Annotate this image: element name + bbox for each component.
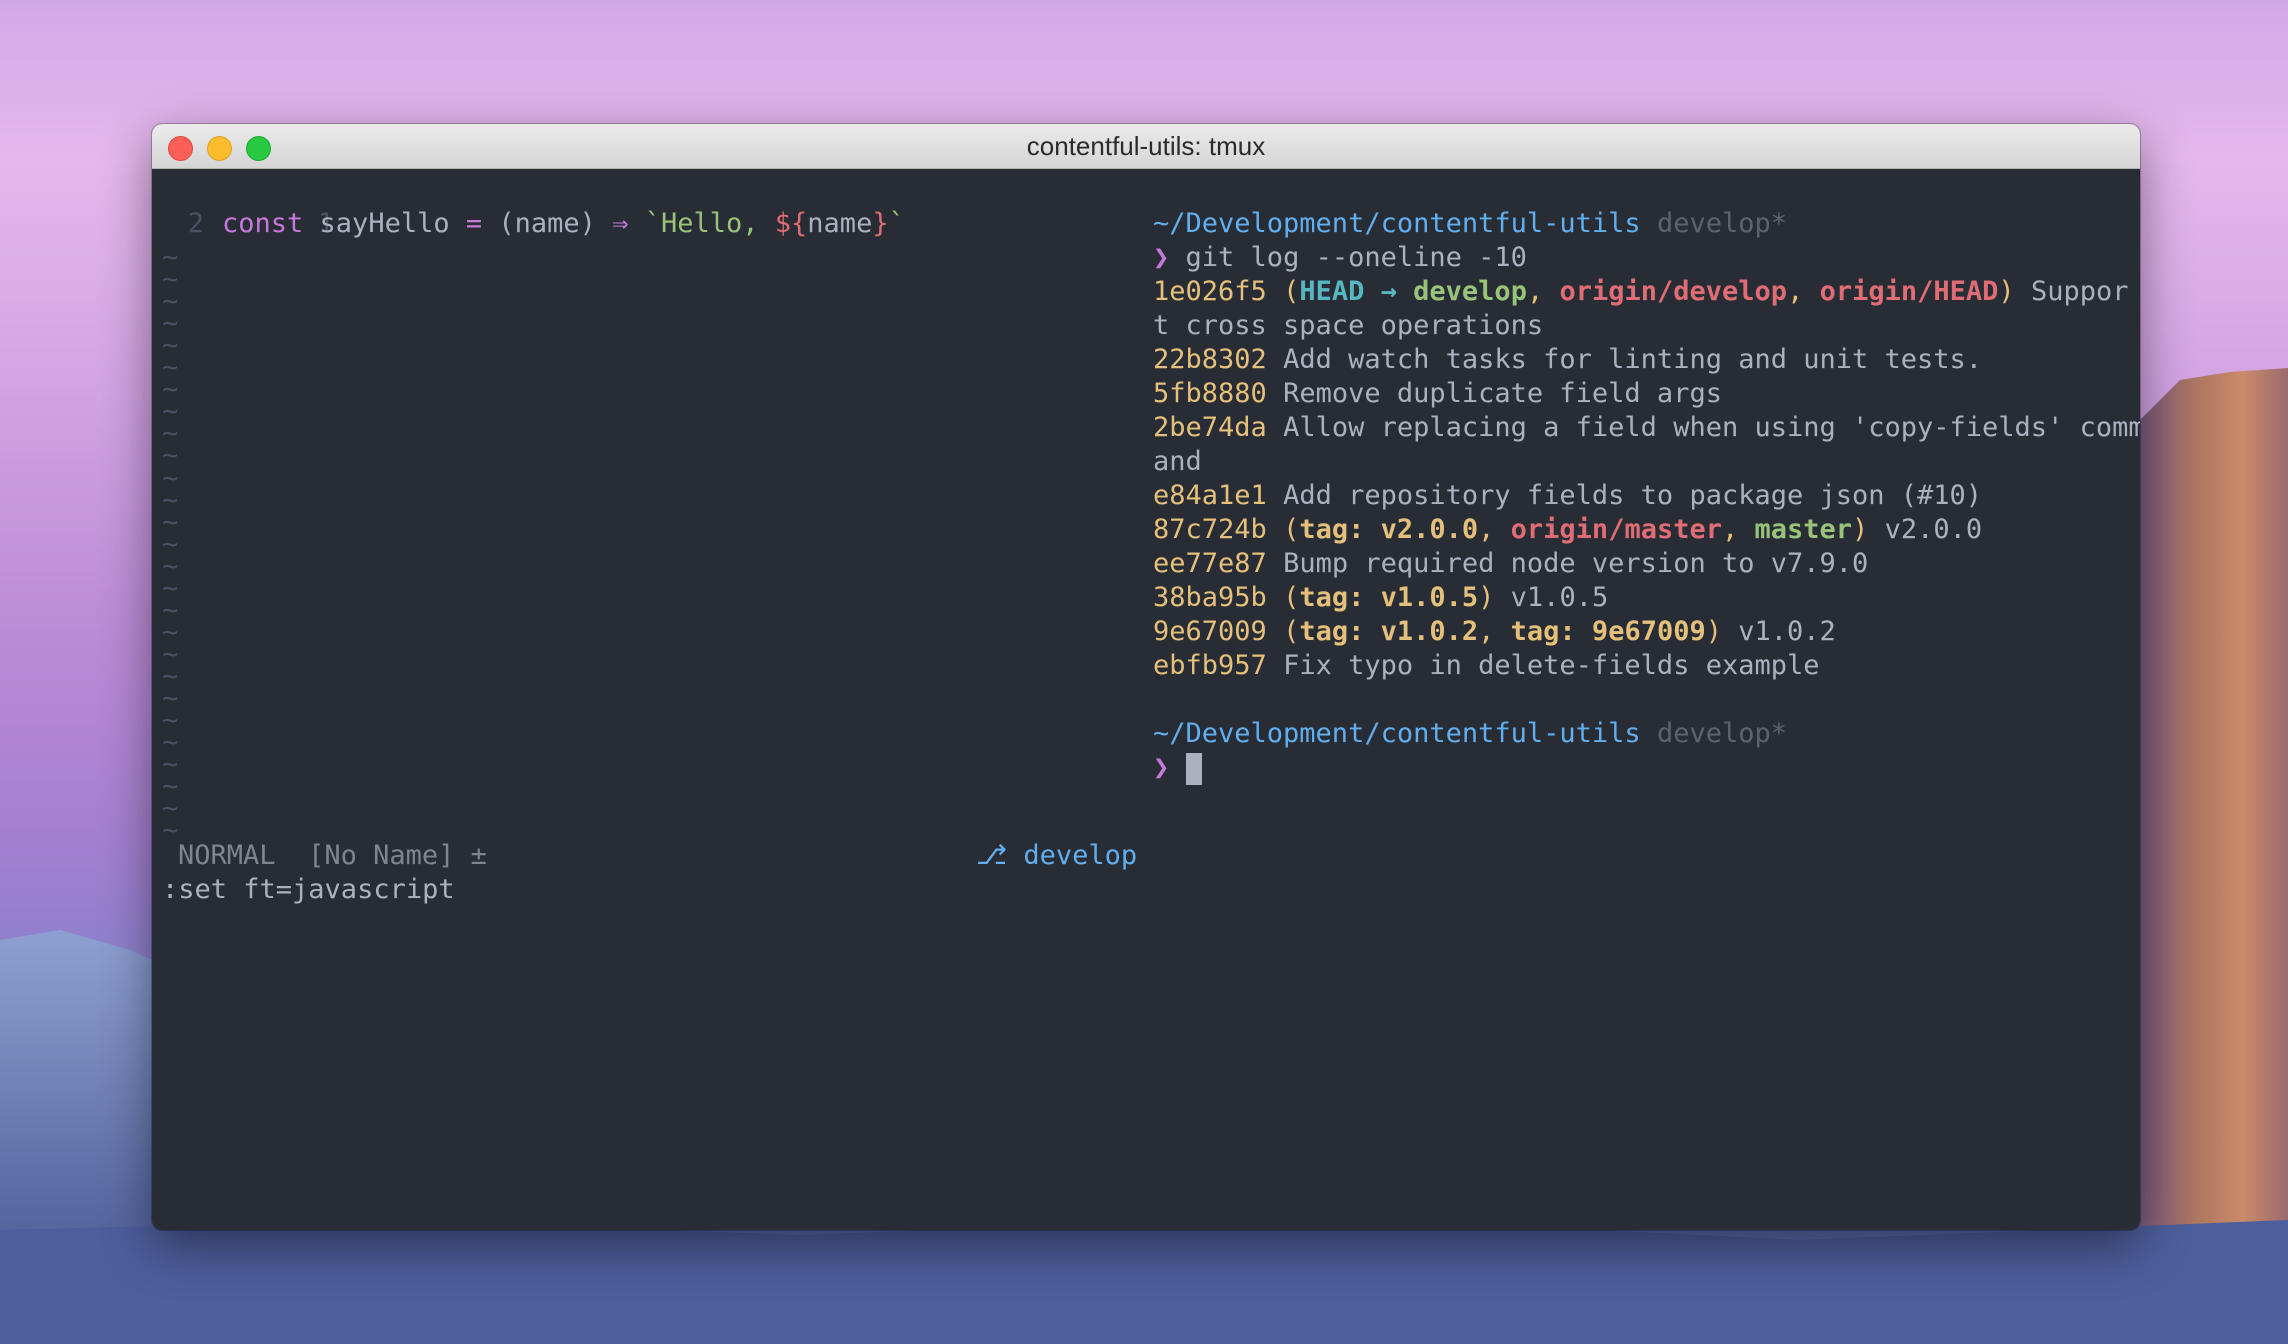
log-line: 38ba95b (tag: v1.0.5) v1.0.5 <box>1153 582 1609 613</box>
prompt-char: ❯ <box>1153 242 1170 273</box>
window-controls <box>168 136 271 161</box>
operator-token: = <box>465 208 483 239</box>
ref-paren: ) <box>1998 276 2015 307</box>
close-button[interactable] <box>168 136 193 161</box>
line-number: 2 <box>187 208 204 239</box>
prompt-branch: develop* <box>1656 208 1787 239</box>
shell-command: git log --oneline -10 <box>1185 242 1527 273</box>
log-line: 9e67009 (tag: v1.0.2, tag: 9e67009) v1.0… <box>1153 616 1836 647</box>
commit-message: Suppor <box>2030 276 2129 307</box>
ref-arrow: → <box>1380 276 1397 307</box>
local-branch-ref: develop <box>1413 276 1527 307</box>
log-line: 1e026f5 (HEAD → develop, origin/develop,… <box>1153 275 2128 309</box>
log-line: ee77e87 Bump required node version to v7… <box>1153 547 1868 581</box>
commit-message: v1.0.5 <box>1510 582 1609 613</box>
commit-hash: ee77e87 <box>1153 548 1267 579</box>
log-line: 22b8302 Add watch tasks for linting and … <box>1153 343 1982 377</box>
interp-close-token: } <box>872 208 889 239</box>
arrow-token: ⇒ <box>612 208 629 239</box>
interp-open-token: ${ <box>774 208 808 239</box>
commit-hash: 9e67009 <box>1153 616 1267 647</box>
keyword-token: const <box>222 208 304 239</box>
prompt-header: ~/Development/contentful-utils develop* <box>1153 717 1787 751</box>
vim-statusline: NORMAL [No Name] ± <box>178 839 487 873</box>
log-line-wrap: and <box>1153 446 1202 477</box>
log-line: 2be74da Allow replacing a field when usi… <box>1153 411 2140 445</box>
tag-ref: tag: v2.0.0 <box>1299 514 1479 545</box>
zoom-button[interactable] <box>246 136 271 161</box>
prompt-char: ❯ <box>1153 752 1170 783</box>
statusline-branch-name: develop <box>1023 840 1138 871</box>
commit-message: Bump required node version to v7.9.0 <box>1283 548 1869 579</box>
tmux-session[interactable]: 1 2 const sayHello = (name) ⇒ `Hello, ${n… <box>152 169 2140 1230</box>
editor-line-2[interactable]: 2 const sayHello = (name) ⇒ `Hello, ${nam… <box>152 207 905 241</box>
prompt-path: ~/Development/contentful-utils <box>1153 718 1641 749</box>
commit-message: Fix typo in delete-fields example <box>1283 650 1820 681</box>
remote-head-ref: origin/HEAD <box>1819 276 1999 307</box>
commit-hash: ebfb957 <box>1153 650 1267 681</box>
commit-hash: 1e026f5 <box>1153 276 1267 307</box>
ref-paren: ( <box>1283 276 1300 307</box>
identifier-token: sayHello <box>319 208 450 239</box>
tag-ref: tag: v1.0.2 <box>1299 616 1479 647</box>
interp-var-token: name <box>807 208 873 239</box>
log-line: 87c724b (tag: v2.0.0, origin/master, mas… <box>1153 514 1983 545</box>
tag-ref: tag: v1.0.5 <box>1299 582 1479 613</box>
active-prompt[interactable]: ❯ <box>1153 751 1202 785</box>
title-bar: contentful-utils: tmux <box>152 124 2140 169</box>
prompt-branch: develop* <box>1656 718 1787 749</box>
prompt-header: ~/Development/contentful-utils develop* <box>1153 207 1787 241</box>
commit-message: v2.0.0 <box>1884 514 1983 545</box>
ref-comma: , <box>1787 276 1804 307</box>
commit-message: Allow replacing a field when using 'copy… <box>1283 412 2140 443</box>
modified-flag: ± <box>470 840 487 871</box>
string-token: `Hello, <box>644 208 775 239</box>
log-line: ebfb957 Fix typo in delete-fields exampl… <box>1153 649 1820 683</box>
commit-hash: 22b8302 <box>1153 344 1267 375</box>
commit-message: Remove duplicate field args <box>1283 378 1722 409</box>
commit-message: Add repository fields to package json (#… <box>1283 480 1983 511</box>
editor-line-1[interactable]: 1 <box>152 173 352 239</box>
minimize-button[interactable] <box>207 136 232 161</box>
commit-message: v1.0.2 <box>1738 616 1836 647</box>
empty-line-tilde: ~ <box>162 815 179 847</box>
commit-message: Add watch tasks for linting and unit tes… <box>1283 344 1983 375</box>
log-line: 5fb8880 Remove duplicate field args <box>1153 377 1722 411</box>
remote-branch-ref: origin/master <box>1510 514 1722 545</box>
commit-hash: e84a1e1 <box>1153 480 1267 511</box>
shell-pane[interactable]: ~/Development/contentful-utils develop* … <box>1153 169 2140 1230</box>
branch-icon: ⎇ <box>976 840 1008 871</box>
remote-branch-ref: origin/develop <box>1559 276 1788 307</box>
local-branch-ref: master <box>1754 514 1853 545</box>
log-line-wrap: t cross space operations <box>1153 310 1544 341</box>
tag-ref: tag: 9e67009 <box>1510 616 1706 647</box>
vim-command-line[interactable]: :set ft=javascript <box>162 873 455 907</box>
commit-hash: 38ba95b <box>1153 582 1267 613</box>
terminal-window: contentful-utils: tmux 1 2 const sayHello… <box>152 124 2140 1230</box>
vim-mode: NORMAL <box>178 840 276 871</box>
window-title: contentful-utils: tmux <box>1026 130 1266 161</box>
commit-hash: 5fb8880 <box>1153 378 1267 409</box>
prompt-path: ~/Development/contentful-utils <box>1153 208 1641 239</box>
string-end-token: ` <box>888 208 905 239</box>
commit-hash: 2be74da <box>1153 412 1267 443</box>
terminal-cursor[interactable] <box>1185 752 1202 785</box>
log-line: e84a1e1 Add repository fields to package… <box>1153 479 1982 513</box>
head-ref: HEAD <box>1299 276 1365 307</box>
ref-comma: , <box>1526 276 1544 307</box>
buffer-name: [No Name] <box>308 840 455 871</box>
commit-hash: 87c724b <box>1153 514 1267 545</box>
statusline-branch: ⎇ develop <box>976 839 1137 873</box>
params-token: (name) <box>498 208 596 239</box>
command-line: ❯ git log --oneline -10 <box>1153 241 1527 275</box>
